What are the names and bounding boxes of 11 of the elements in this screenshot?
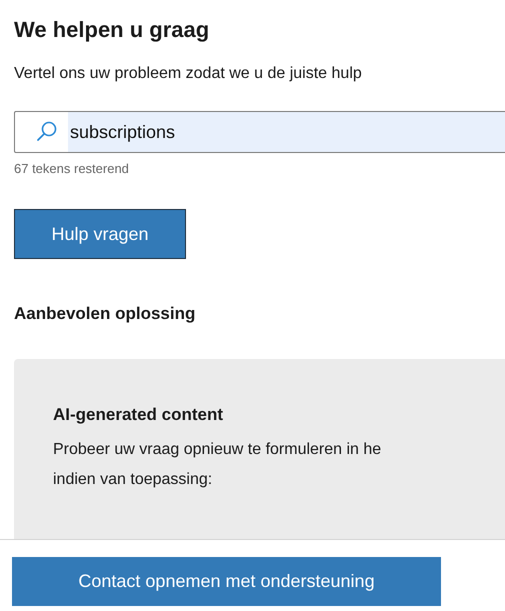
character-counter: 67 tekens resterend xyxy=(14,161,129,176)
card-text: indien van toepassing: xyxy=(53,470,212,490)
contact-support-button[interactable]: Contact opnemen met ondersteuning xyxy=(12,557,441,606)
section-heading: Aanbevolen oplossing xyxy=(14,304,196,324)
ask-help-button[interactable]: Hulp vragen xyxy=(14,209,186,259)
card-title: AI-generated content xyxy=(53,405,224,425)
search-icon xyxy=(35,120,59,144)
card-text: Probeer uw vraag opnieuw te formuleren in he xyxy=(53,440,382,460)
intro-text: Vertel ons uw probleem zodat we u de juiste hulp xyxy=(14,65,362,83)
search-field[interactable]: subscriptions xyxy=(14,111,505,153)
page-title: We helpen u graag xyxy=(14,17,210,43)
